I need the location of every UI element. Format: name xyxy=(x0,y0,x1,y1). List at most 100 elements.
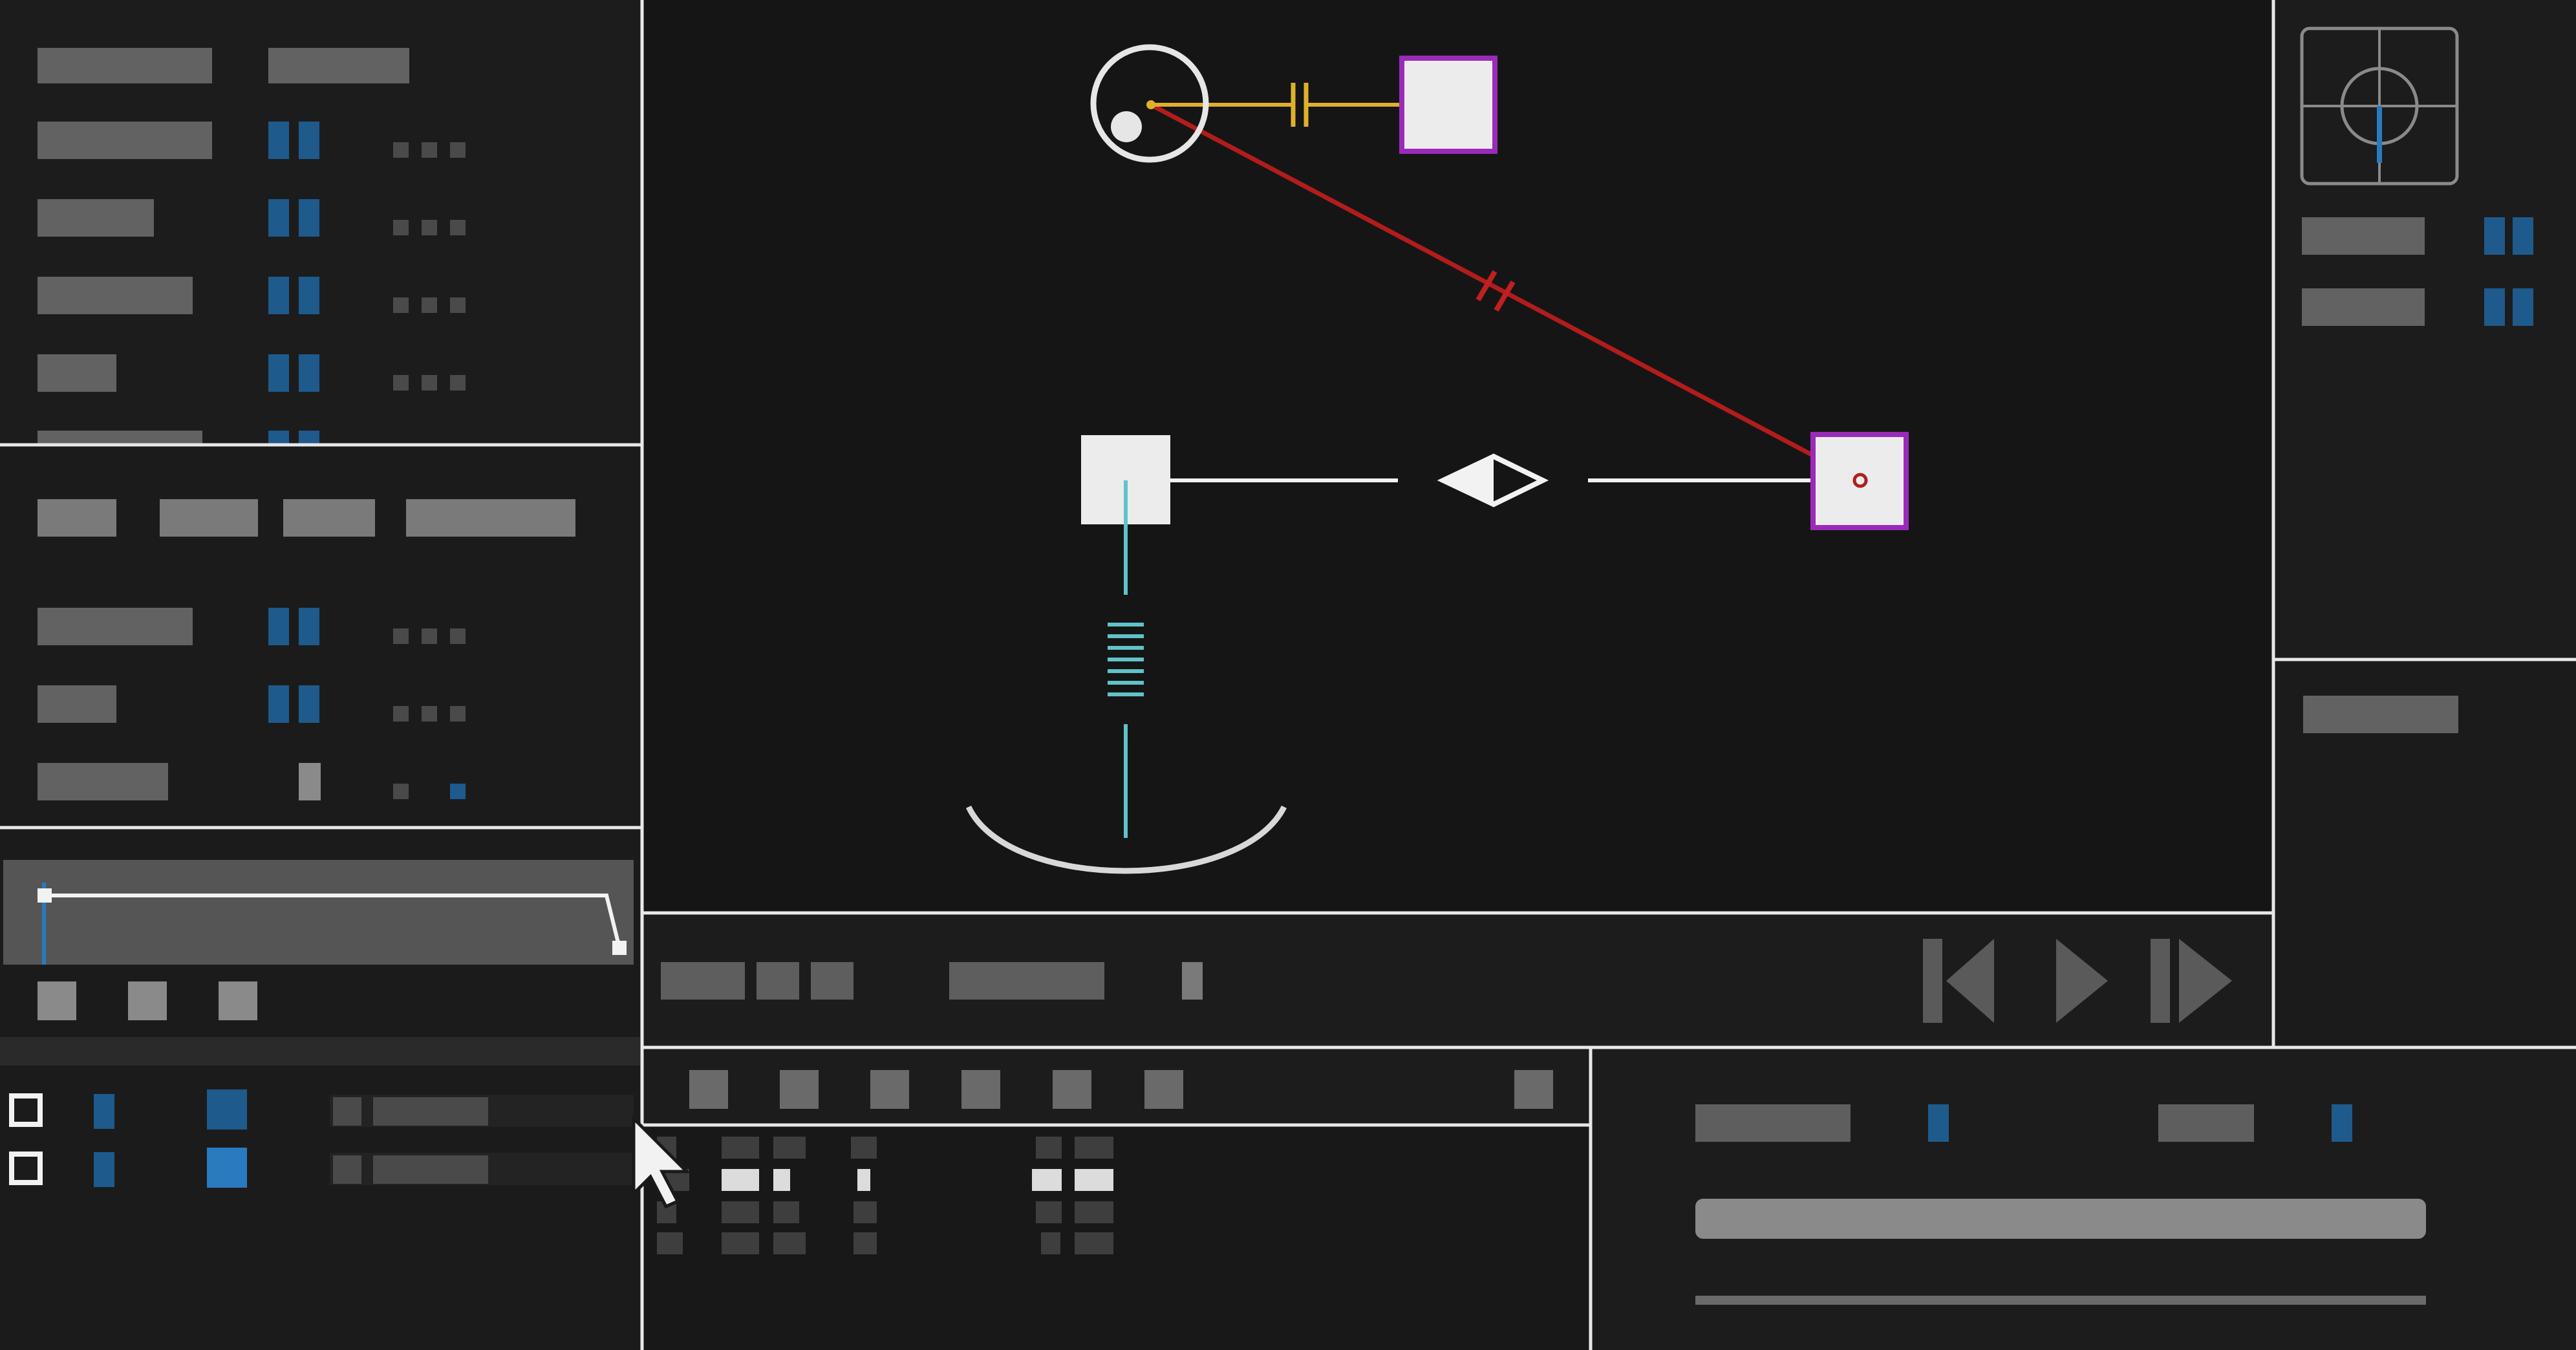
property-label xyxy=(38,431,202,444)
property-dot-active[interactable] xyxy=(450,784,466,799)
tab-3[interactable] xyxy=(283,499,375,537)
transport-field-3[interactable] xyxy=(811,962,853,1000)
property-dot[interactable] xyxy=(393,706,409,722)
property-dot[interactable] xyxy=(450,375,466,391)
render-progress-bar[interactable] xyxy=(1695,1199,2426,1239)
property-dot[interactable] xyxy=(422,628,437,644)
property-dot[interactable] xyxy=(393,784,409,799)
inspector-toggle-blue[interactable] xyxy=(2513,217,2533,255)
curve-editor-bg[interactable] xyxy=(3,860,634,965)
property-dot[interactable] xyxy=(422,220,437,235)
render-slider-track[interactable] xyxy=(1695,1296,2426,1305)
layer-slider-handle[interactable] xyxy=(333,1155,361,1184)
curve-key-end[interactable] xyxy=(612,941,627,955)
property-toggle-blue[interactable] xyxy=(268,431,289,444)
layer-slider-fill[interactable] xyxy=(373,1155,488,1184)
layer-color-swatch[interactable] xyxy=(207,1089,247,1130)
inspector-section-label xyxy=(2303,696,2458,733)
timeline-tool-6[interactable] xyxy=(1144,1070,1183,1109)
source-node-dot xyxy=(1111,111,1142,142)
timeline-tool-2[interactable] xyxy=(780,1070,819,1109)
target-node-bottom[interactable] xyxy=(1810,432,1909,530)
transport-field-4[interactable] xyxy=(949,962,1104,1000)
property-label xyxy=(38,277,193,314)
property-label xyxy=(38,685,116,723)
tab-4[interactable] xyxy=(406,499,575,537)
property-dot[interactable] xyxy=(450,142,466,158)
property-toggle-blue[interactable] xyxy=(299,354,319,392)
property-dot[interactable] xyxy=(450,628,466,644)
property-toggle-blue[interactable] xyxy=(299,277,319,314)
property-toggle-blue[interactable] xyxy=(299,122,319,159)
property-toggle-blue[interactable] xyxy=(299,685,319,723)
property-dot[interactable] xyxy=(422,142,437,158)
property-toggle-blue[interactable] xyxy=(299,431,319,444)
property-dot[interactable] xyxy=(393,142,409,158)
transport-field-1[interactable] xyxy=(661,962,745,1000)
inspector-label xyxy=(2302,217,2425,255)
property-toggle-blue[interactable] xyxy=(299,199,319,237)
render-toggle-1[interactable] xyxy=(1928,1104,1949,1142)
node-graph-viewport xyxy=(643,0,2271,912)
section-divider-bar xyxy=(0,1037,640,1066)
property-dot[interactable] xyxy=(422,706,437,722)
property-label xyxy=(38,122,212,159)
inspector-panel-top xyxy=(2275,0,2576,658)
wire-endpoint xyxy=(1146,100,1155,109)
timeline-tool-4[interactable] xyxy=(961,1070,1000,1109)
transport-bar xyxy=(643,915,2271,1045)
property-small-toggle[interactable] xyxy=(299,763,321,800)
timeline-tool-7[interactable] xyxy=(1514,1070,1553,1109)
property-toggle-blue[interactable] xyxy=(268,354,289,392)
property-toggle-blue[interactable] xyxy=(268,199,289,237)
render-label-2 xyxy=(2158,1104,2254,1142)
property-toggle-blue[interactable] xyxy=(268,685,289,723)
property-toggle-blue[interactable] xyxy=(268,277,289,314)
property-dot[interactable] xyxy=(422,375,437,391)
transport-field-2[interactable] xyxy=(757,962,799,1000)
layer-flag-blue[interactable] xyxy=(94,1152,114,1187)
header-label-1 xyxy=(38,48,212,83)
spring-coil xyxy=(1108,623,1144,696)
curve-button-1[interactable] xyxy=(38,981,76,1020)
property-toggle-blue[interactable] xyxy=(299,608,319,645)
properties-panel-top xyxy=(0,0,642,445)
layer-slider-fill[interactable] xyxy=(373,1097,488,1126)
inspector-toggle-blue[interactable] xyxy=(2484,288,2505,326)
property-toggle-blue[interactable] xyxy=(268,608,289,645)
property-toggle-blue[interactable] xyxy=(268,122,289,159)
timeline-tool-1[interactable] xyxy=(689,1070,728,1109)
property-dot[interactable] xyxy=(393,375,409,391)
render-label-1 xyxy=(1695,1104,1851,1142)
layer-flag-blue[interactable] xyxy=(94,1094,114,1129)
inspector-label xyxy=(2302,288,2425,326)
curve-button-3[interactable] xyxy=(219,981,257,1020)
property-dot[interactable] xyxy=(393,628,409,644)
header-label-2 xyxy=(268,48,409,83)
property-dot[interactable] xyxy=(393,220,409,235)
layer-color-swatch[interactable] xyxy=(207,1148,247,1188)
tab-1[interactable] xyxy=(38,499,116,537)
property-dot[interactable] xyxy=(422,297,437,313)
timeline-tool-3[interactable] xyxy=(870,1070,909,1109)
property-dot[interactable] xyxy=(393,297,409,313)
property-dot[interactable] xyxy=(450,220,466,235)
transport-field-5[interactable] xyxy=(1182,962,1203,1000)
transport-bar-bg xyxy=(643,915,2271,1045)
timeline-tool-5[interactable] xyxy=(1053,1070,1091,1109)
property-dot[interactable] xyxy=(450,706,466,722)
curve-button-2[interactable] xyxy=(128,981,167,1020)
inspector-panel-bottom xyxy=(2303,696,2458,733)
render-toggle-2[interactable] xyxy=(2332,1104,2352,1142)
property-dot[interactable] xyxy=(450,297,466,313)
dopesheet-panel xyxy=(643,1126,1589,1350)
editor-window xyxy=(0,0,2576,1350)
inspector-toggle-blue[interactable] xyxy=(2513,288,2533,326)
inspector-toggle-blue[interactable] xyxy=(2484,217,2505,255)
tab-2[interactable] xyxy=(160,499,258,537)
target-node-top[interactable] xyxy=(1399,56,1497,154)
layer-slider-handle[interactable] xyxy=(333,1097,361,1126)
property-label xyxy=(38,763,168,800)
property-label xyxy=(38,608,193,645)
curve-key-start[interactable] xyxy=(38,888,52,903)
